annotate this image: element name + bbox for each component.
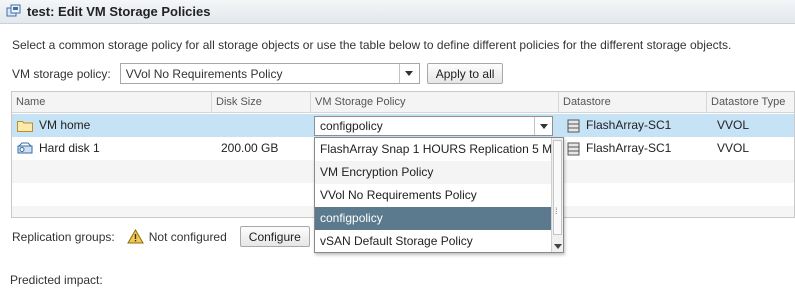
table-row[interactable]: VM home configpolicy FlashArray-SC1 VVOL bbox=[12, 114, 794, 137]
table-header: Name Disk Size VM Storage Policy Datasto… bbox=[12, 92, 794, 113]
column-header-disk-size[interactable]: Disk Size bbox=[212, 92, 311, 113]
vm-storage-policy-select[interactable]: VVol No Requirements Policy bbox=[119, 63, 420, 84]
grip-icon: ⁞ bbox=[555, 206, 558, 216]
row-policy-select[interactable]: configpolicy bbox=[314, 116, 553, 136]
policy-dropdown-list[interactable]: FlashArray Snap 1 HOURS Replication 5 M … bbox=[314, 137, 564, 253]
scroll-down-icon[interactable] bbox=[554, 244, 562, 249]
predicted-impact-label: Predicted impact: bbox=[10, 273, 103, 287]
datastore-cell: FlashArray-SC1 bbox=[563, 114, 707, 137]
chevron-down-icon[interactable] bbox=[534, 117, 552, 135]
vm-storage-policy-label: VM storage policy: bbox=[12, 66, 111, 81]
dropdown-scrollbar[interactable]: ⁞ bbox=[551, 138, 563, 252]
disk-size-cell: 200.00 GB bbox=[221, 141, 279, 155]
replication-groups-row: Replication groups: Not configured Confi… bbox=[12, 226, 310, 247]
vm-policy-icon bbox=[6, 4, 21, 17]
datastore-type-cell: VVOL bbox=[717, 118, 750, 132]
column-header-vm-storage-policy[interactable]: VM Storage Policy bbox=[311, 92, 559, 113]
name-cell: VM home bbox=[12, 114, 212, 137]
vm-storage-policy-value: VVol No Requirements Policy bbox=[125, 66, 283, 81]
row-policy-value: configpolicy bbox=[320, 119, 383, 133]
replication-groups-label: Replication groups: bbox=[12, 229, 115, 244]
dropdown-option[interactable]: VVol No Requirements Policy bbox=[315, 184, 551, 207]
folder-icon bbox=[17, 121, 33, 133]
title-bar: test: Edit VM Storage Policies bbox=[0, 0, 795, 24]
window-title: test: Edit VM Storage Policies bbox=[27, 4, 211, 19]
dropdown-option[interactable]: FlashArray Snap 1 HOURS Replication 5 M bbox=[315, 138, 551, 161]
apply-to-all-button[interactable]: Apply to all bbox=[426, 63, 504, 84]
datastore-cell: FlashArray-SC1 bbox=[563, 137, 707, 160]
column-header-name[interactable]: Name bbox=[12, 92, 212, 113]
datastore-icon bbox=[567, 142, 580, 156]
warning-icon bbox=[126, 229, 144, 244]
dropdown-option-highlighted[interactable]: configpolicy bbox=[315, 207, 551, 230]
dropdown-option[interactable]: vSAN Default Storage Policy bbox=[315, 230, 551, 252]
datastore-type-cell: VVOL bbox=[717, 141, 750, 155]
column-header-datastore[interactable]: Datastore bbox=[559, 92, 707, 113]
configure-button[interactable]: Configure bbox=[239, 226, 310, 247]
replication-status: Not configured bbox=[148, 229, 227, 244]
dropdown-option[interactable]: VM Encryption Policy bbox=[315, 161, 551, 184]
scrollbar-thumb[interactable] bbox=[553, 140, 562, 235]
datastore-name: FlashArray-SC1 bbox=[586, 118, 672, 132]
disk-size-cell bbox=[212, 114, 311, 137]
vm-storage-policy-row: VM storage policy: VVol No Requirements … bbox=[12, 63, 504, 84]
row-name: VM home bbox=[39, 118, 91, 132]
datastore-name: FlashArray-SC1 bbox=[586, 141, 672, 155]
hard-disk-icon bbox=[17, 142, 33, 154]
chevron-down-icon[interactable] bbox=[398, 64, 419, 83]
name-cell: Hard disk 1 bbox=[12, 137, 212, 160]
column-header-datastore-type[interactable]: Datastore Type bbox=[707, 92, 794, 113]
instructions-text: Select a common storage policy for all s… bbox=[12, 38, 732, 52]
datastore-icon bbox=[567, 119, 580, 133]
row-name: Hard disk 1 bbox=[39, 141, 100, 155]
